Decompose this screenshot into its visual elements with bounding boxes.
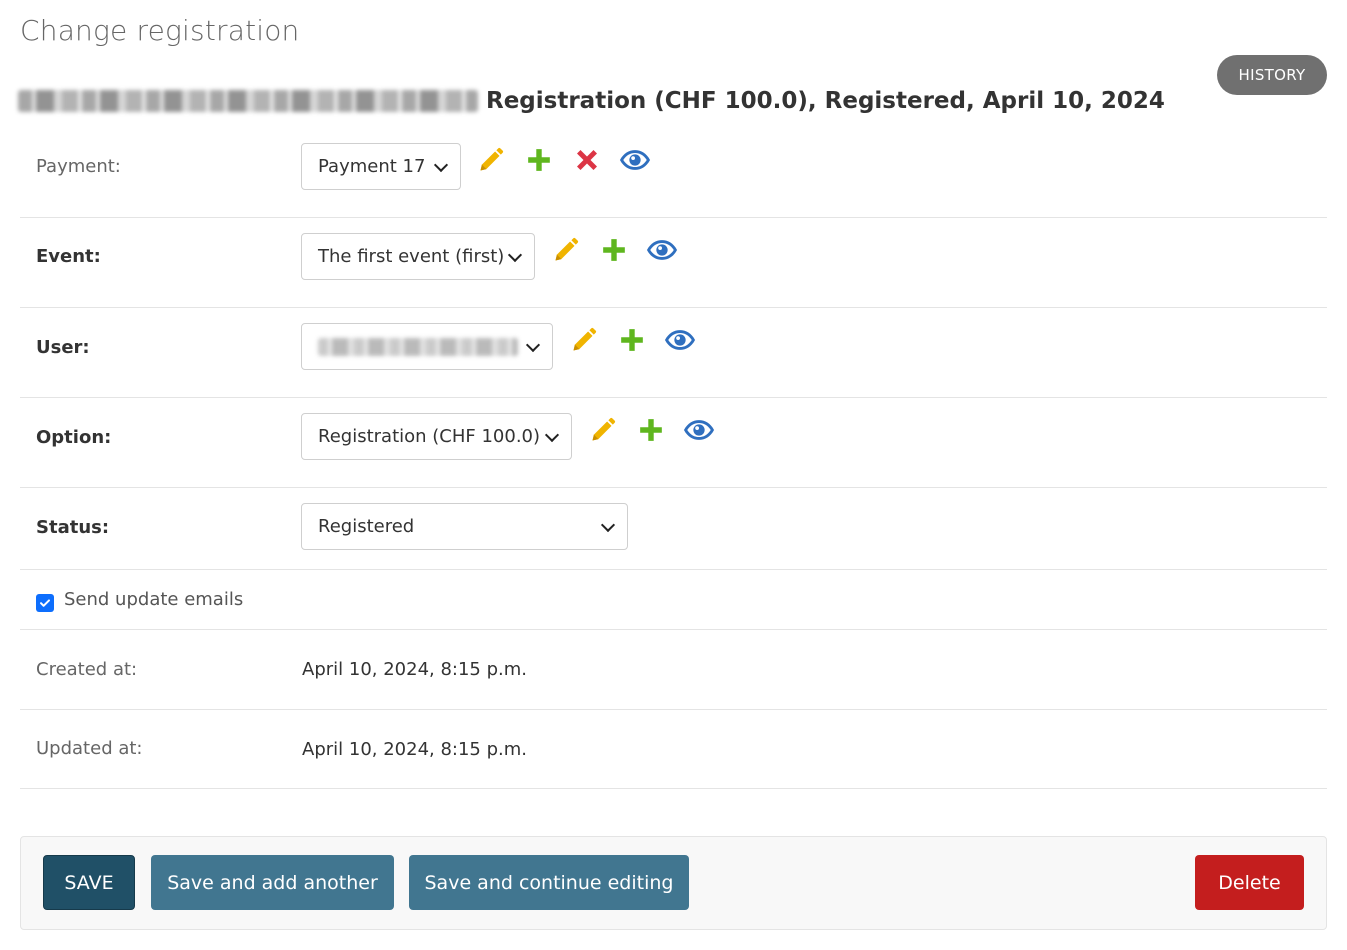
form-row-option: Option: Registration (CHF 100.0) (20, 398, 1327, 488)
x-icon[interactable] (571, 144, 603, 176)
delete-button[interactable]: Delete (1195, 855, 1304, 910)
redacted-email (18, 90, 478, 112)
eye-icon[interactable] (664, 324, 696, 356)
event-label: Event: (36, 246, 101, 267)
status-label: Status: (36, 517, 110, 538)
save-and-add-another-button[interactable]: Save and add another (151, 855, 394, 910)
plus-icon[interactable] (523, 144, 555, 176)
redacted-user (318, 337, 518, 356)
option-select[interactable]: Registration (CHF 100.0) (301, 413, 572, 460)
submit-row: SAVE Save and add another Save and conti… (20, 836, 1327, 930)
eye-icon[interactable] (683, 414, 715, 446)
chevron-down-icon (600, 517, 616, 532)
user-select[interactable] (301, 323, 553, 370)
user-related-actions (568, 316, 696, 363)
form-row-user: User: (20, 308, 1327, 398)
save-and-continue-editing-button[interactable]: Save and continue editing (409, 855, 689, 910)
send-update-emails-field: Send update emails (36, 586, 243, 612)
pencil-icon[interactable] (568, 324, 600, 356)
plus-icon[interactable] (635, 414, 667, 446)
updated-at-value: April 10, 2024, 8:15 p.m. (302, 739, 528, 760)
event-select-value: The first event (first) (318, 246, 505, 267)
payment-label: Payment: (36, 156, 121, 177)
option-label: Option: (36, 427, 112, 448)
object-heading-text: Registration (CHF 100.0), Registered, Ap… (486, 88, 1165, 114)
payment-related-actions (475, 136, 651, 183)
payment-select-value: Payment 17 (318, 156, 426, 177)
form-row-status: Status: Registered (20, 488, 1327, 570)
chevron-down-icon (507, 247, 523, 262)
option-related-actions (587, 406, 715, 453)
send-update-emails-label: Send update emails (64, 588, 244, 610)
status-select-value: Registered (318, 516, 415, 537)
user-label: User: (36, 337, 90, 358)
event-related-actions (550, 226, 678, 273)
history-button[interactable]: HISTORY (1217, 55, 1327, 95)
form-row-payment: Payment: Payment 17 (20, 126, 1327, 218)
created-at-value: April 10, 2024, 8:15 p.m. (302, 659, 528, 680)
plus-icon[interactable] (616, 324, 648, 356)
event-select[interactable]: The first event (first) (301, 233, 535, 280)
form-row-event: Event: The first event (first) (20, 218, 1327, 308)
form-row-created-at: Created at: April 10, 2024, 8:15 p.m. (20, 630, 1327, 710)
send-update-emails-checkbox[interactable] (36, 594, 54, 612)
eye-icon[interactable] (646, 234, 678, 266)
chevron-down-icon (544, 427, 560, 442)
pencil-icon[interactable] (587, 414, 619, 446)
pencil-icon[interactable] (475, 144, 507, 176)
option-select-value: Registration (CHF 100.0) (318, 426, 541, 447)
object-heading: Registration (CHF 100.0), Registered, Ap… (18, 85, 1165, 117)
updated-at-label: Updated at: (36, 738, 143, 759)
chevron-down-icon (433, 157, 449, 172)
status-select[interactable]: Registered (301, 503, 628, 550)
form-row-updated-at: Updated at: April 10, 2024, 8:15 p.m. (20, 710, 1327, 789)
pencil-icon[interactable] (550, 234, 582, 266)
payment-select[interactable]: Payment 17 (301, 143, 461, 190)
created-at-label: Created at: (36, 659, 138, 680)
page-title: Change registration (20, 14, 300, 47)
save-button[interactable]: SAVE (43, 855, 135, 910)
chevron-down-icon (525, 337, 541, 352)
plus-icon[interactable] (598, 234, 630, 266)
eye-icon[interactable] (619, 144, 651, 176)
